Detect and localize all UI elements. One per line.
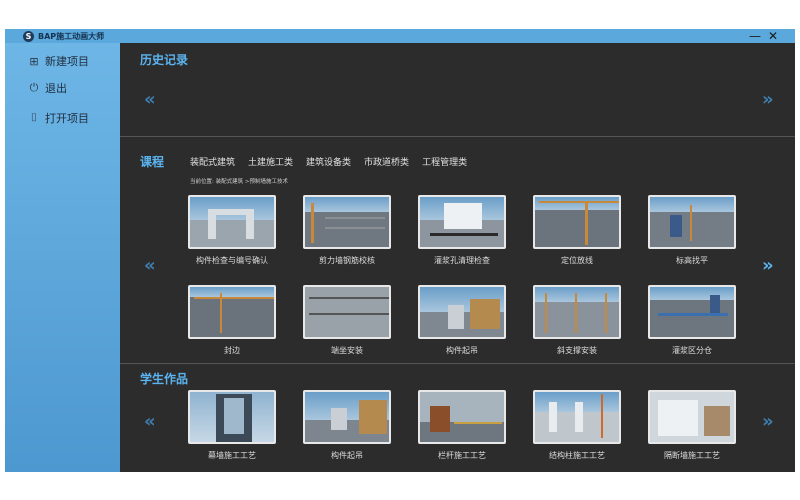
- tab-civil-construction[interactable]: 土建施工类: [248, 155, 293, 168]
- course-card[interactable]: 标高找平: [648, 195, 736, 266]
- student-work-thumbnail: [418, 390, 506, 444]
- course-thumbnail: [418, 285, 506, 339]
- student-work-card[interactable]: 构件起吊: [303, 390, 391, 461]
- course-thumbnail: [533, 195, 621, 249]
- app-logo: S BAP施工动画大师: [23, 30, 105, 42]
- student-work-card[interactable]: 幕墙施工工艺: [188, 390, 276, 461]
- course-card[interactable]: 封边: [188, 285, 276, 356]
- breadcrumb: 当前位置: 装配式建筑 >预制墙施工技术: [190, 179, 288, 185]
- sidebar-item-label: 打开项目: [45, 112, 89, 125]
- courses-title: 课程: [140, 155, 165, 169]
- tab-prefab-building[interactable]: 装配式建筑: [190, 155, 235, 168]
- sidebar-item-new-project[interactable]: ⊞ 新建项目: [27, 53, 89, 69]
- course-thumbnail: [303, 285, 391, 339]
- sidebar: ⊞ 新建项目 ⏻ 退出 ⌷ 打开项目: [5, 43, 120, 472]
- student-work-thumbnail: [533, 390, 621, 444]
- sidebar-item-label: 退出: [45, 82, 67, 95]
- course-thumbnail: [648, 195, 736, 249]
- course-thumbnail: [188, 195, 276, 249]
- sidebar-item-exit[interactable]: ⏻ 退出: [27, 80, 67, 96]
- tab-building-equipment[interactable]: 建筑设备类: [306, 155, 351, 168]
- student-work-thumbnail: [188, 390, 276, 444]
- course-card[interactable]: 定位放线: [533, 195, 621, 266]
- app-title: BAP施工动画大师: [38, 31, 105, 41]
- history-next-arrow[interactable]: »: [762, 89, 774, 110]
- course-thumbnail: [648, 285, 736, 339]
- student-work-thumbnail: [648, 390, 736, 444]
- student-work-thumbnail: [303, 390, 391, 444]
- course-card-label: 剪力墙钢筋校核: [319, 256, 375, 265]
- course-card-label: 构件检查与编号确认: [196, 256, 268, 265]
- close-button[interactable]: ✕: [766, 29, 780, 43]
- student-work-label: 栏杆施工工艺: [438, 451, 486, 460]
- course-card-label: 构件起吊: [446, 346, 478, 355]
- sidebar-item-open-project[interactable]: ⌷ 打开项目: [27, 110, 89, 126]
- student-works-next-arrow[interactable]: »: [762, 411, 774, 432]
- course-card-label: 标高找平: [676, 256, 708, 265]
- course-card[interactable]: 灌浆孔清理检查: [418, 195, 506, 266]
- section-divider: [120, 136, 795, 137]
- course-thumbnail: [418, 195, 506, 249]
- student-work-label: 构件起吊: [331, 451, 363, 460]
- title-bar: S BAP施工动画大师 — ✕: [5, 29, 795, 43]
- course-thumbnail: [303, 195, 391, 249]
- course-card-label: 灌浆孔清理检查: [434, 256, 490, 265]
- section-divider: [120, 363, 795, 364]
- minimize-button[interactable]: —: [748, 29, 762, 43]
- course-card-label: 定位放线: [561, 256, 593, 265]
- logo-icon: S: [23, 30, 34, 42]
- open-folder-icon: ⌷: [30, 111, 38, 124]
- courses-prev-arrow[interactable]: «: [144, 255, 156, 276]
- student-works-prev-arrow[interactable]: «: [144, 411, 156, 432]
- course-card-label: 端坐安装: [331, 346, 363, 355]
- course-thumbnail: [533, 285, 621, 339]
- power-icon: ⏻: [29, 81, 39, 94]
- course-card[interactable]: 构件起吊: [418, 285, 506, 356]
- course-card-label: 斜支撑安装: [557, 346, 597, 355]
- student-work-label: 结构柱施工工艺: [549, 451, 605, 460]
- student-work-label: 幕墙施工工艺: [208, 451, 256, 460]
- course-card[interactable]: 斜支撑安装: [533, 285, 621, 356]
- course-card-label: 灌浆区分仓: [672, 346, 712, 355]
- student-work-label: 隔断墙施工工艺: [664, 451, 720, 460]
- courses-next-arrow[interactable]: »: [762, 255, 774, 276]
- course-tabs: 装配式建筑 土建施工类 建筑设备类 市政道桥类 工程管理类: [190, 155, 480, 168]
- sidebar-item-label: 新建项目: [45, 55, 89, 68]
- app-window: S BAP施工动画大师 — ✕ ⊞ 新建项目 ⏻ 退出 ⌷ 打开项目 历史记录 …: [5, 29, 795, 472]
- history-prev-arrow[interactable]: «: [144, 89, 156, 110]
- student-work-card[interactable]: 隔断墙施工工艺: [648, 390, 736, 461]
- student-work-card[interactable]: 栏杆施工工艺: [418, 390, 506, 461]
- course-card[interactable]: 端坐安装: [303, 285, 391, 356]
- course-thumbnail: [188, 285, 276, 339]
- tab-municipal-roads-bridges[interactable]: 市政道桥类: [364, 155, 409, 168]
- student-works-title: 学生作品: [140, 372, 189, 386]
- history-title: 历史记录: [140, 53, 189, 67]
- course-card[interactable]: 灌浆区分仓: [648, 285, 736, 356]
- plus-square-icon: ⊞: [29, 54, 39, 68]
- tab-project-management[interactable]: 工程管理类: [422, 155, 467, 168]
- course-card[interactable]: 剪力墙钢筋校核: [303, 195, 391, 266]
- student-work-card[interactable]: 结构柱施工工艺: [533, 390, 621, 461]
- main-panel: 历史记录 « » 课程 装配式建筑 土建施工类 建筑设备类 市政道桥类 工程管理…: [120, 43, 795, 472]
- course-card[interactable]: 构件检查与编号确认: [188, 195, 276, 266]
- course-card-label: 封边: [224, 346, 240, 355]
